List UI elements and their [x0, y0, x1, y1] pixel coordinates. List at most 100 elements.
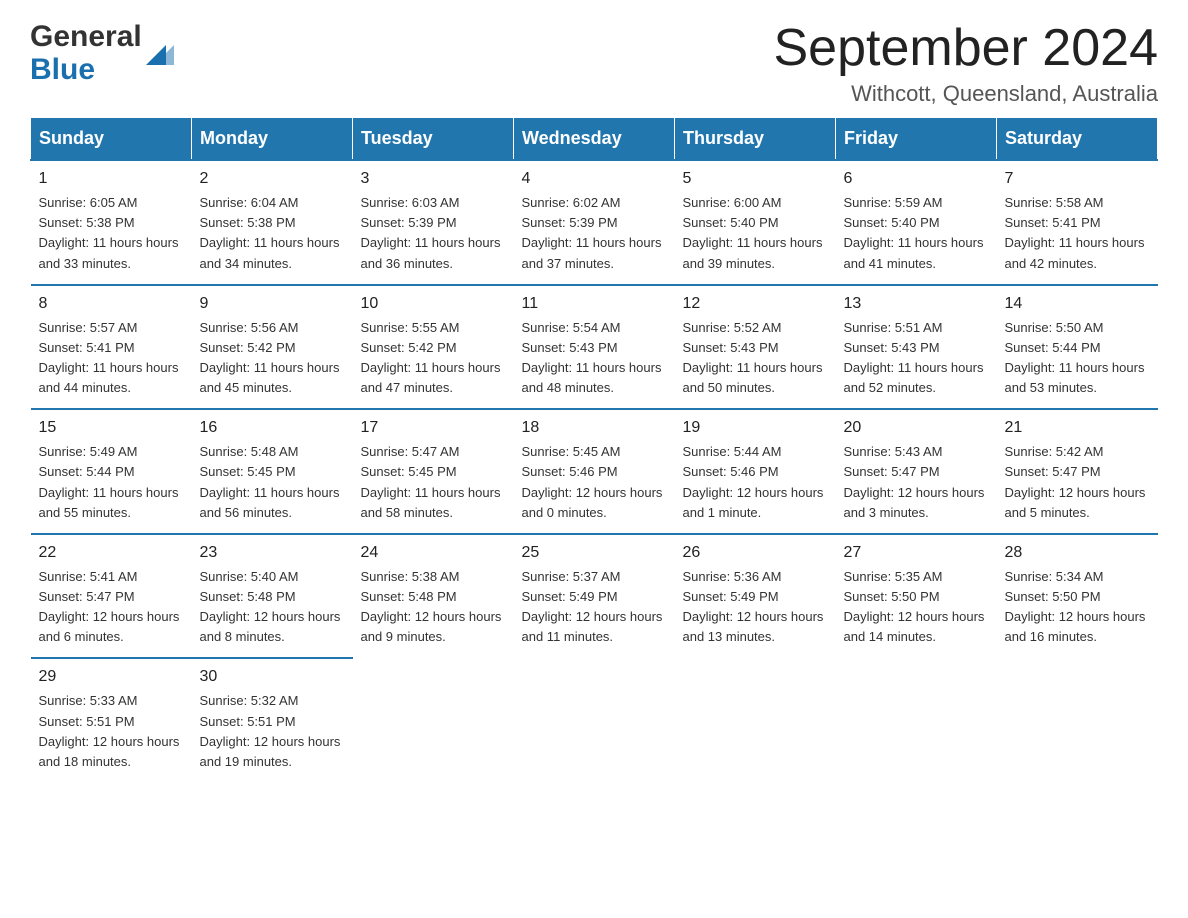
sunset-text: Sunset: 5:49 PM: [683, 587, 828, 607]
calendar-cell: 5Sunrise: 6:00 AMSunset: 5:40 PMDaylight…: [675, 160, 836, 285]
sunrise-text: Sunrise: 5:34 AM: [1005, 567, 1150, 587]
weekday-header-friday: Friday: [836, 118, 997, 161]
logo-general: General: [30, 20, 142, 53]
calendar-cell: 22Sunrise: 5:41 AMSunset: 5:47 PMDayligh…: [31, 534, 192, 659]
calendar-cell: 15Sunrise: 5:49 AMSunset: 5:44 PMDayligh…: [31, 409, 192, 534]
daylight-text-1: Daylight: 12 hours hours: [39, 732, 184, 752]
sunset-text: Sunset: 5:43 PM: [522, 338, 667, 358]
sunrise-text: Sunrise: 5:42 AM: [1005, 442, 1150, 462]
day-info: Sunrise: 5:48 AMSunset: 5:45 PMDaylight:…: [200, 442, 345, 523]
daylight-text-1: Daylight: 11 hours hours: [522, 358, 667, 378]
daylight-text-2: and 41 minutes.: [844, 254, 989, 274]
calendar-cell: 14Sunrise: 5:50 AMSunset: 5:44 PMDayligh…: [997, 285, 1158, 410]
daylight-text-2: and 47 minutes.: [361, 378, 506, 398]
daylight-text-2: and 3 minutes.: [844, 503, 989, 523]
daylight-text-1: Daylight: 12 hours hours: [683, 607, 828, 627]
weekday-header-wednesday: Wednesday: [514, 118, 675, 161]
sunrise-text: Sunrise: 5:59 AM: [844, 193, 989, 213]
daylight-text-2: and 50 minutes.: [683, 378, 828, 398]
daylight-text-1: Daylight: 11 hours hours: [200, 483, 345, 503]
calendar-cell: 26Sunrise: 5:36 AMSunset: 5:49 PMDayligh…: [675, 534, 836, 659]
day-number: 17: [361, 416, 506, 440]
day-number: 3: [361, 167, 506, 191]
sunrise-text: Sunrise: 5:52 AM: [683, 318, 828, 338]
daylight-text-2: and 34 minutes.: [200, 254, 345, 274]
weekday-header-monday: Monday: [192, 118, 353, 161]
sunrise-text: Sunrise: 5:50 AM: [1005, 318, 1150, 338]
calendar-cell: 11Sunrise: 5:54 AMSunset: 5:43 PMDayligh…: [514, 285, 675, 410]
weekday-header-sunday: Sunday: [31, 118, 192, 161]
sunrise-text: Sunrise: 6:04 AM: [200, 193, 345, 213]
daylight-text-1: Daylight: 12 hours hours: [844, 607, 989, 627]
calendar-cell: 21Sunrise: 5:42 AMSunset: 5:47 PMDayligh…: [997, 409, 1158, 534]
daylight-text-1: Daylight: 11 hours hours: [1005, 358, 1150, 378]
day-info: Sunrise: 5:36 AMSunset: 5:49 PMDaylight:…: [683, 567, 828, 648]
calendar-cell: 18Sunrise: 5:45 AMSunset: 5:46 PMDayligh…: [514, 409, 675, 534]
calendar-cell: 13Sunrise: 5:51 AMSunset: 5:43 PMDayligh…: [836, 285, 997, 410]
sunset-text: Sunset: 5:39 PM: [522, 213, 667, 233]
daylight-text-1: Daylight: 11 hours hours: [200, 233, 345, 253]
calendar-cell: 24Sunrise: 5:38 AMSunset: 5:48 PMDayligh…: [353, 534, 514, 659]
daylight-text-1: Daylight: 11 hours hours: [683, 358, 828, 378]
sunrise-text: Sunrise: 5:48 AM: [200, 442, 345, 462]
daylight-text-1: Daylight: 11 hours hours: [39, 233, 184, 253]
sunset-text: Sunset: 5:44 PM: [1005, 338, 1150, 358]
daylight-text-2: and 16 minutes.: [1005, 627, 1150, 647]
day-number: 2: [200, 167, 345, 191]
calendar-week-row: 15Sunrise: 5:49 AMSunset: 5:44 PMDayligh…: [31, 409, 1158, 534]
daylight-text-2: and 58 minutes.: [361, 503, 506, 523]
sunrise-text: Sunrise: 5:51 AM: [844, 318, 989, 338]
sunset-text: Sunset: 5:42 PM: [200, 338, 345, 358]
calendar-cell: 6Sunrise: 5:59 AMSunset: 5:40 PMDaylight…: [836, 160, 997, 285]
calendar-week-row: 29Sunrise: 5:33 AMSunset: 5:51 PMDayligh…: [31, 658, 1158, 782]
day-number: 16: [200, 416, 345, 440]
day-number: 23: [200, 541, 345, 565]
calendar-cell: 3Sunrise: 6:03 AMSunset: 5:39 PMDaylight…: [353, 160, 514, 285]
sunrise-text: Sunrise: 6:02 AM: [522, 193, 667, 213]
daylight-text-1: Daylight: 11 hours hours: [522, 233, 667, 253]
sunset-text: Sunset: 5:51 PM: [39, 712, 184, 732]
sunrise-text: Sunrise: 5:43 AM: [844, 442, 989, 462]
calendar-cell: 17Sunrise: 5:47 AMSunset: 5:45 PMDayligh…: [353, 409, 514, 534]
calendar-cell: [353, 658, 514, 782]
sunset-text: Sunset: 5:38 PM: [39, 213, 184, 233]
sunset-text: Sunset: 5:46 PM: [683, 462, 828, 482]
daylight-text-1: Daylight: 11 hours hours: [39, 483, 184, 503]
sunrise-text: Sunrise: 5:56 AM: [200, 318, 345, 338]
calendar-cell: [675, 658, 836, 782]
calendar-cell: 23Sunrise: 5:40 AMSunset: 5:48 PMDayligh…: [192, 534, 353, 659]
day-number: 26: [683, 541, 828, 565]
calendar-cell: 2Sunrise: 6:04 AMSunset: 5:38 PMDaylight…: [192, 160, 353, 285]
sunrise-text: Sunrise: 6:00 AM: [683, 193, 828, 213]
sunset-text: Sunset: 5:40 PM: [844, 213, 989, 233]
day-info: Sunrise: 5:47 AMSunset: 5:45 PMDaylight:…: [361, 442, 506, 523]
calendar-cell: 28Sunrise: 5:34 AMSunset: 5:50 PMDayligh…: [997, 534, 1158, 659]
sunset-text: Sunset: 5:47 PM: [844, 462, 989, 482]
logo: General Blue: [30, 20, 178, 86]
daylight-text-2: and 13 minutes.: [683, 627, 828, 647]
sunset-text: Sunset: 5:46 PM: [522, 462, 667, 482]
day-info: Sunrise: 5:57 AMSunset: 5:41 PMDaylight:…: [39, 318, 184, 399]
day-number: 18: [522, 416, 667, 440]
sunset-text: Sunset: 5:47 PM: [1005, 462, 1150, 482]
day-info: Sunrise: 6:02 AMSunset: 5:39 PMDaylight:…: [522, 193, 667, 274]
daylight-text-1: Daylight: 11 hours hours: [361, 483, 506, 503]
calendar-cell: 20Sunrise: 5:43 AMSunset: 5:47 PMDayligh…: [836, 409, 997, 534]
daylight-text-2: and 8 minutes.: [200, 627, 345, 647]
day-number: 5: [683, 167, 828, 191]
calendar-cell: 30Sunrise: 5:32 AMSunset: 5:51 PMDayligh…: [192, 658, 353, 782]
sunset-text: Sunset: 5:38 PM: [200, 213, 345, 233]
sunrise-text: Sunrise: 5:37 AM: [522, 567, 667, 587]
weekday-header-saturday: Saturday: [997, 118, 1158, 161]
calendar-cell: 7Sunrise: 5:58 AMSunset: 5:41 PMDaylight…: [997, 160, 1158, 285]
daylight-text-1: Daylight: 12 hours hours: [200, 732, 345, 752]
calendar-cell: [997, 658, 1158, 782]
day-info: Sunrise: 5:59 AMSunset: 5:40 PMDaylight:…: [844, 193, 989, 274]
daylight-text-1: Daylight: 12 hours hours: [1005, 607, 1150, 627]
daylight-text-1: Daylight: 12 hours hours: [522, 483, 667, 503]
day-number: 7: [1005, 167, 1150, 191]
day-info: Sunrise: 6:05 AMSunset: 5:38 PMDaylight:…: [39, 193, 184, 274]
calendar-cell: 27Sunrise: 5:35 AMSunset: 5:50 PMDayligh…: [836, 534, 997, 659]
sunrise-text: Sunrise: 5:32 AM: [200, 691, 345, 711]
daylight-text-1: Daylight: 12 hours hours: [522, 607, 667, 627]
